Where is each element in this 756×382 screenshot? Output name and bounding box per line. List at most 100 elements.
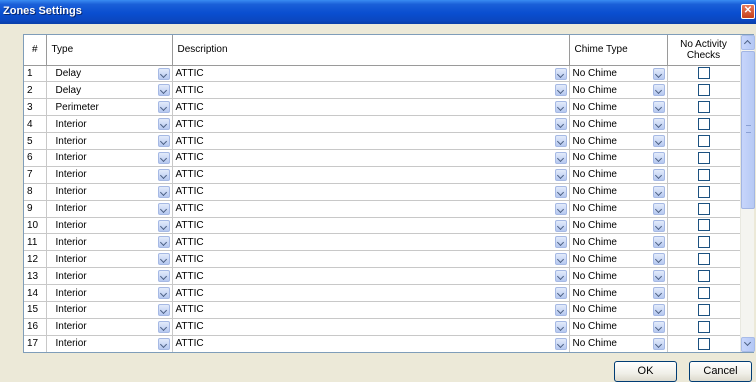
chime-type-select[interactable]: No Chime	[569, 301, 668, 319]
zone-type-select[interactable]: Interior	[46, 115, 173, 134]
chime-type-select[interactable]: No Chime	[569, 65, 668, 83]
table-row[interactable]: 9 Interior ATTIC No Chime	[24, 200, 741, 218]
scroll-up-button[interactable]	[741, 35, 755, 50]
chime-type-select[interactable]: No Chime	[569, 217, 668, 235]
chime-type-select[interactable]: No Chime	[569, 115, 668, 134]
chime-type-select[interactable]: No Chime	[569, 335, 668, 352]
table-row[interactable]: 16 Interior ATTIC No Chime	[24, 318, 741, 336]
zone-description-select[interactable]: ATTIC	[172, 284, 570, 302]
zone-type-select[interactable]: Interior	[46, 284, 173, 302]
chevron-down-icon[interactable]	[157, 101, 170, 114]
chevron-down-icon[interactable]	[157, 320, 170, 333]
zone-type-select[interactable]: Interior	[46, 166, 173, 184]
scroll-thumb[interactable]	[741, 51, 755, 209]
checkbox-icon[interactable]	[697, 236, 710, 249]
table-row[interactable]: 3 Perimeter ATTIC No Chime	[24, 98, 741, 117]
chevron-down-icon[interactable]	[157, 337, 170, 350]
chevron-down-icon[interactable]	[652, 287, 665, 300]
chevron-down-icon[interactable]	[554, 151, 567, 164]
zone-description-select[interactable]: ATTIC	[172, 200, 570, 218]
title-bar[interactable]: Zones Settings ✕	[0, 0, 756, 24]
zone-description-select[interactable]: ATTIC	[172, 98, 570, 117]
zone-description-select[interactable]: ATTIC	[172, 301, 570, 319]
chevron-down-icon[interactable]	[157, 135, 170, 148]
checkbox-icon[interactable]	[697, 253, 710, 266]
table-row[interactable]: 11 Interior ATTIC No Chime	[24, 233, 741, 252]
chime-type-select[interactable]: No Chime	[569, 352, 667, 353]
chevron-down-icon[interactable]	[554, 118, 567, 131]
column-header-no-activity-checks[interactable]: No Activity Checks	[667, 35, 741, 66]
zone-type-select[interactable]: Delay	[46, 81, 173, 100]
chevron-down-icon[interactable]	[554, 202, 567, 215]
checkbox-icon[interactable]	[697, 303, 710, 316]
chevron-down-icon[interactable]	[652, 185, 665, 198]
zone-type-select[interactable]: Delay	[46, 65, 173, 83]
chevron-down-icon[interactable]	[157, 253, 170, 266]
chevron-down-icon[interactable]	[554, 253, 567, 266]
chevron-down-icon[interactable]	[652, 219, 665, 232]
close-button[interactable]: ✕	[741, 4, 755, 19]
checkbox-icon[interactable]	[697, 101, 710, 114]
zone-description-select[interactable]: ATTIC	[172, 149, 570, 167]
chevron-down-icon[interactable]	[554, 67, 567, 80]
zone-description-select[interactable]: ATTIC	[172, 318, 570, 336]
table-row[interactable]: 6 Interior ATTIC No Chime	[24, 149, 741, 167]
zone-description-select[interactable]: ATTIC	[172, 115, 570, 134]
chevron-down-icon[interactable]	[554, 135, 567, 148]
table-row[interactable]: 4 Interior ATTIC No Chime	[24, 115, 741, 134]
chevron-down-icon[interactable]	[157, 151, 170, 164]
zone-type-select[interactable]: Interior	[46, 301, 173, 319]
chevron-down-icon[interactable]	[157, 236, 170, 249]
chevron-down-icon[interactable]	[554, 101, 567, 114]
chevron-down-icon[interactable]	[157, 185, 170, 198]
chevron-down-icon[interactable]	[652, 337, 665, 350]
chevron-down-icon[interactable]	[554, 320, 567, 333]
chevron-down-icon[interactable]	[652, 303, 665, 316]
table-row[interactable]: 5 Interior ATTIC No Chime	[24, 132, 741, 150]
column-header-type[interactable]: Type	[46, 35, 173, 66]
table-row[interactable]: 10 Interior ATTIC No Chime	[24, 217, 741, 235]
zone-type-select[interactable]: Interior	[46, 200, 173, 218]
zone-type-select[interactable]: Interior	[46, 149, 173, 167]
chevron-down-icon[interactable]	[554, 168, 567, 181]
chevron-down-icon[interactable]	[652, 253, 665, 266]
chevron-down-icon[interactable]	[157, 118, 170, 131]
zone-description-select[interactable]: ATTIC	[172, 233, 570, 252]
table-row[interactable]: 2 Delay ATTIC No Chime	[24, 81, 741, 100]
chevron-down-icon[interactable]	[157, 168, 170, 181]
zone-type-select[interactable]: Interior	[46, 233, 173, 252]
zone-description-select[interactable]: ATTIC	[172, 335, 570, 352]
zone-description-select[interactable]: ATTIC	[172, 65, 570, 83]
zone-type-select[interactable]: Interior	[46, 318, 173, 336]
zone-type-select[interactable]: Interior	[46, 183, 173, 201]
chevron-down-icon[interactable]	[157, 270, 170, 283]
checkbox-icon[interactable]	[697, 67, 710, 80]
checkbox-icon[interactable]	[697, 270, 710, 283]
chevron-down-icon[interactable]	[652, 151, 665, 164]
zone-description-select[interactable]: ATTIC	[172, 250, 570, 269]
zone-description-select[interactable]: ATTIC	[172, 267, 570, 286]
chevron-down-icon[interactable]	[652, 67, 665, 80]
chevron-down-icon[interactable]	[157, 67, 170, 80]
chevron-down-icon[interactable]	[554, 303, 567, 316]
chime-type-select[interactable]: No Chime	[569, 183, 668, 201]
chevron-down-icon[interactable]	[652, 118, 665, 131]
table-row[interactable]: 18InteriorATTICNo Chime	[24, 352, 740, 353]
chevron-down-icon[interactable]	[554, 337, 567, 350]
ok-button[interactable]: OK	[614, 361, 677, 382]
zone-type-select[interactable]: Interior	[46, 217, 173, 235]
cancel-button[interactable]: Cancel	[689, 361, 752, 382]
zone-type-select[interactable]: Interior	[46, 335, 173, 352]
chevron-down-icon[interactable]	[652, 202, 665, 215]
checkbox-icon[interactable]	[697, 118, 710, 131]
table-row[interactable]: 15 Interior ATTIC No Chime	[24, 301, 741, 319]
chime-type-select[interactable]: No Chime	[569, 250, 668, 269]
checkbox-icon[interactable]	[697, 135, 710, 147]
chime-type-select[interactable]: No Chime	[569, 267, 668, 286]
table-row[interactable]: 1 Delay ATTIC No Chime	[24, 65, 741, 83]
chevron-down-icon[interactable]	[157, 287, 170, 300]
zone-description-select[interactable]: ATTIC	[172, 217, 570, 235]
chevron-down-icon[interactable]	[652, 168, 665, 181]
chevron-down-icon[interactable]	[652, 84, 665, 97]
chevron-down-icon[interactable]	[554, 185, 567, 198]
